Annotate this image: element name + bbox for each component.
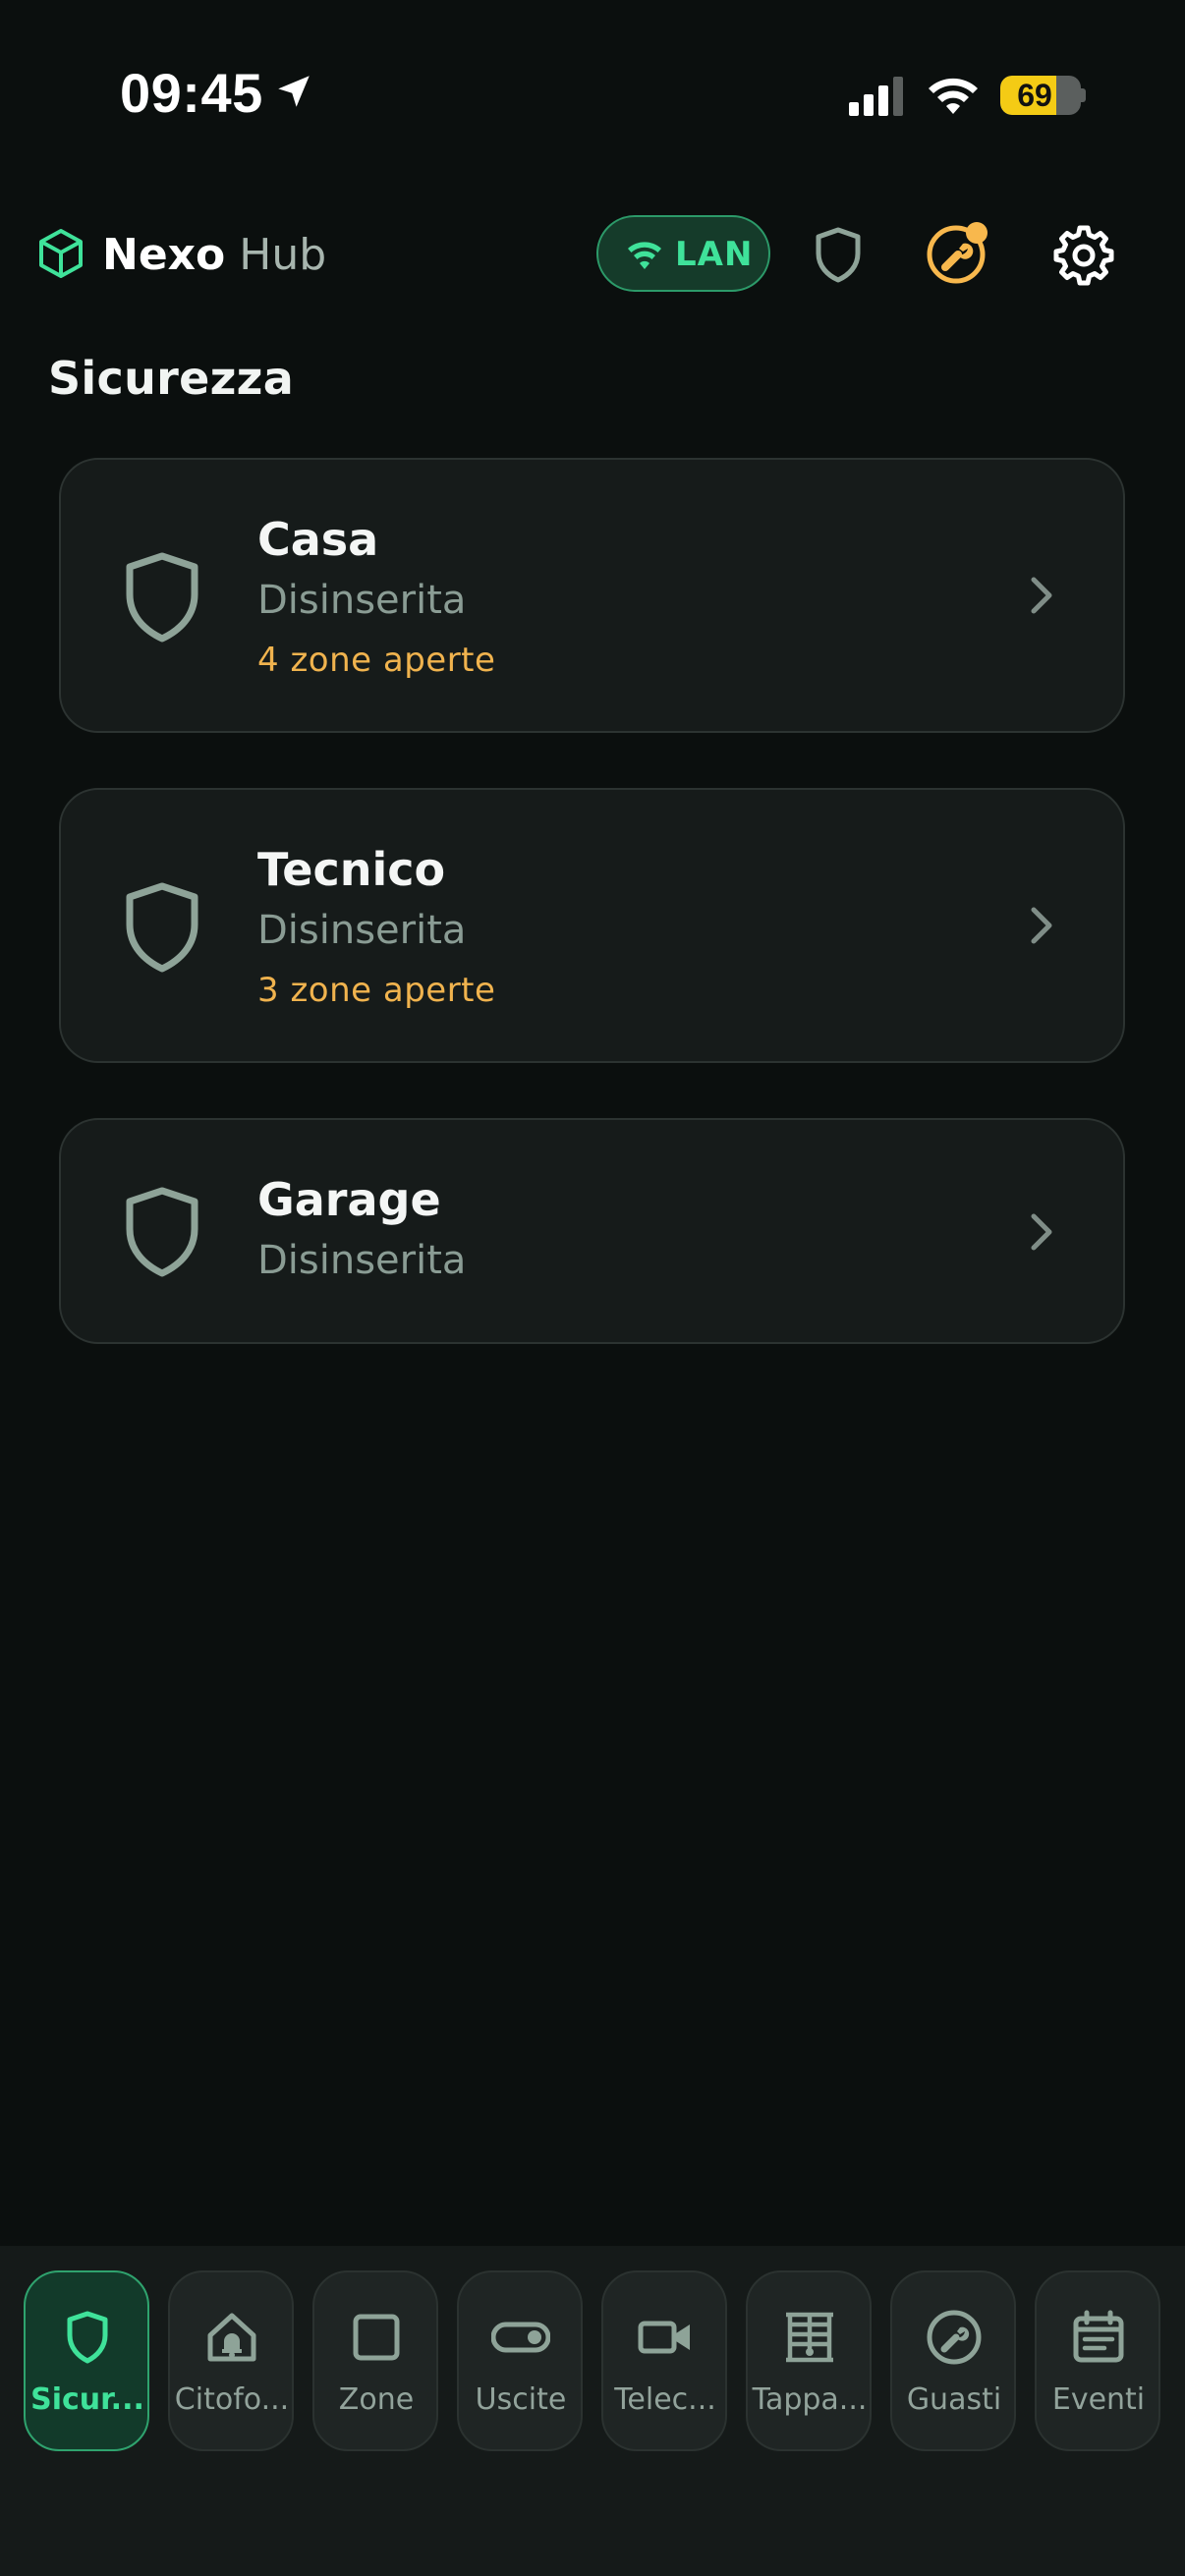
- tab-label: Zone: [338, 2382, 415, 2417]
- battery-level: 69: [1017, 78, 1052, 113]
- brand-bold: Nexo: [102, 230, 226, 280]
- tab-label: Telec...: [614, 2382, 716, 2417]
- tab-uscite[interactable]: Uscite: [457, 2270, 583, 2451]
- connection-label: LAN: [675, 235, 754, 274]
- video-camera-icon: [638, 2321, 690, 2354]
- tab-guasti[interactable]: Guasti: [890, 2270, 1016, 2451]
- gear-icon[interactable]: [1051, 222, 1116, 287]
- area-status: Disinserita: [257, 1238, 467, 1283]
- area-status: Disinserita: [257, 578, 467, 623]
- wifi-icon: [628, 242, 661, 269]
- bottom-tab-bar: Sicur... Citofo... Zone Uscite Telec... …: [0, 2246, 1185, 2576]
- intercom-icon: [207, 2313, 256, 2362]
- cellular-signal-icon: [849, 77, 903, 116]
- toggle-icon: [491, 2322, 550, 2353]
- app-header: Nexo Hub LAN: [0, 206, 1185, 305]
- tab-tapparelle[interactable]: Tappa...: [746, 2270, 872, 2451]
- shield-icon: [126, 882, 198, 973]
- status-time: 09:45: [120, 62, 263, 124]
- shield-icon[interactable]: [808, 224, 869, 285]
- area-open-zones: 3 zone aperte: [257, 971, 496, 1010]
- chevron-right-icon: [1031, 577, 1052, 614]
- tab-eventi[interactable]: Eventi: [1035, 2270, 1160, 2451]
- tab-label: Eventi: [1051, 2382, 1146, 2417]
- location-arrow-icon: [278, 76, 310, 107]
- area-name: Tecnico: [257, 843, 446, 896]
- status-bar: 09:45 69: [0, 0, 1185, 187]
- wifi-status-icon: [929, 78, 978, 114]
- tab-citofono[interactable]: Citofo...: [168, 2270, 294, 2451]
- shield-icon: [126, 552, 198, 643]
- tab-label: Guasti: [906, 2382, 1002, 2417]
- area-card-tecnico[interactable]: Tecnico Disinserita 3 zone aperte: [59, 788, 1125, 1063]
- area-card-casa[interactable]: Casa Disinserita 4 zone aperte: [59, 458, 1125, 733]
- calendar-icon: [1073, 2310, 1124, 2363]
- battery-nub: [1081, 88, 1086, 102]
- area-card-garage[interactable]: Garage Disinserita: [59, 1118, 1125, 1344]
- section-title: Sicurezza: [48, 352, 295, 405]
- chevron-right-icon: [1031, 907, 1052, 944]
- tab-label: Uscite: [475, 2382, 567, 2417]
- tab-zone[interactable]: Zone: [312, 2270, 438, 2451]
- tab-label: Tappa...: [752, 2382, 868, 2417]
- chevron-right-icon: [1031, 1213, 1052, 1251]
- tab-label: Citofo...: [174, 2382, 290, 2417]
- brand-name: Nexo Hub: [102, 228, 326, 283]
- brand-light: Hub: [239, 230, 327, 280]
- app-screen: 09:45 69 Nexo Hub LAN Sicurezza Casa Dis…: [0, 0, 1185, 2576]
- tab-telecamere[interactable]: Telec...: [601, 2270, 727, 2451]
- wrench-icon: [927, 2310, 982, 2365]
- tab-label: Sicur...: [30, 2382, 144, 2417]
- shield-icon: [126, 1187, 198, 1277]
- cube-logo-icon: [39, 229, 83, 278]
- square-icon: [353, 2314, 400, 2361]
- notification-dot: [966, 222, 988, 244]
- battery-indicator: 69: [1000, 76, 1081, 115]
- shield-icon: [67, 2311, 108, 2364]
- connection-badge[interactable]: LAN: [596, 215, 770, 292]
- shutter-icon: [786, 2312, 833, 2363]
- tab-sicurezza[interactable]: Sicur...: [24, 2270, 149, 2451]
- area-name: Garage: [257, 1173, 441, 1226]
- area-open-zones: 4 zone aperte: [257, 641, 496, 680]
- area-status: Disinserita: [257, 908, 467, 953]
- area-name: Casa: [257, 513, 379, 566]
